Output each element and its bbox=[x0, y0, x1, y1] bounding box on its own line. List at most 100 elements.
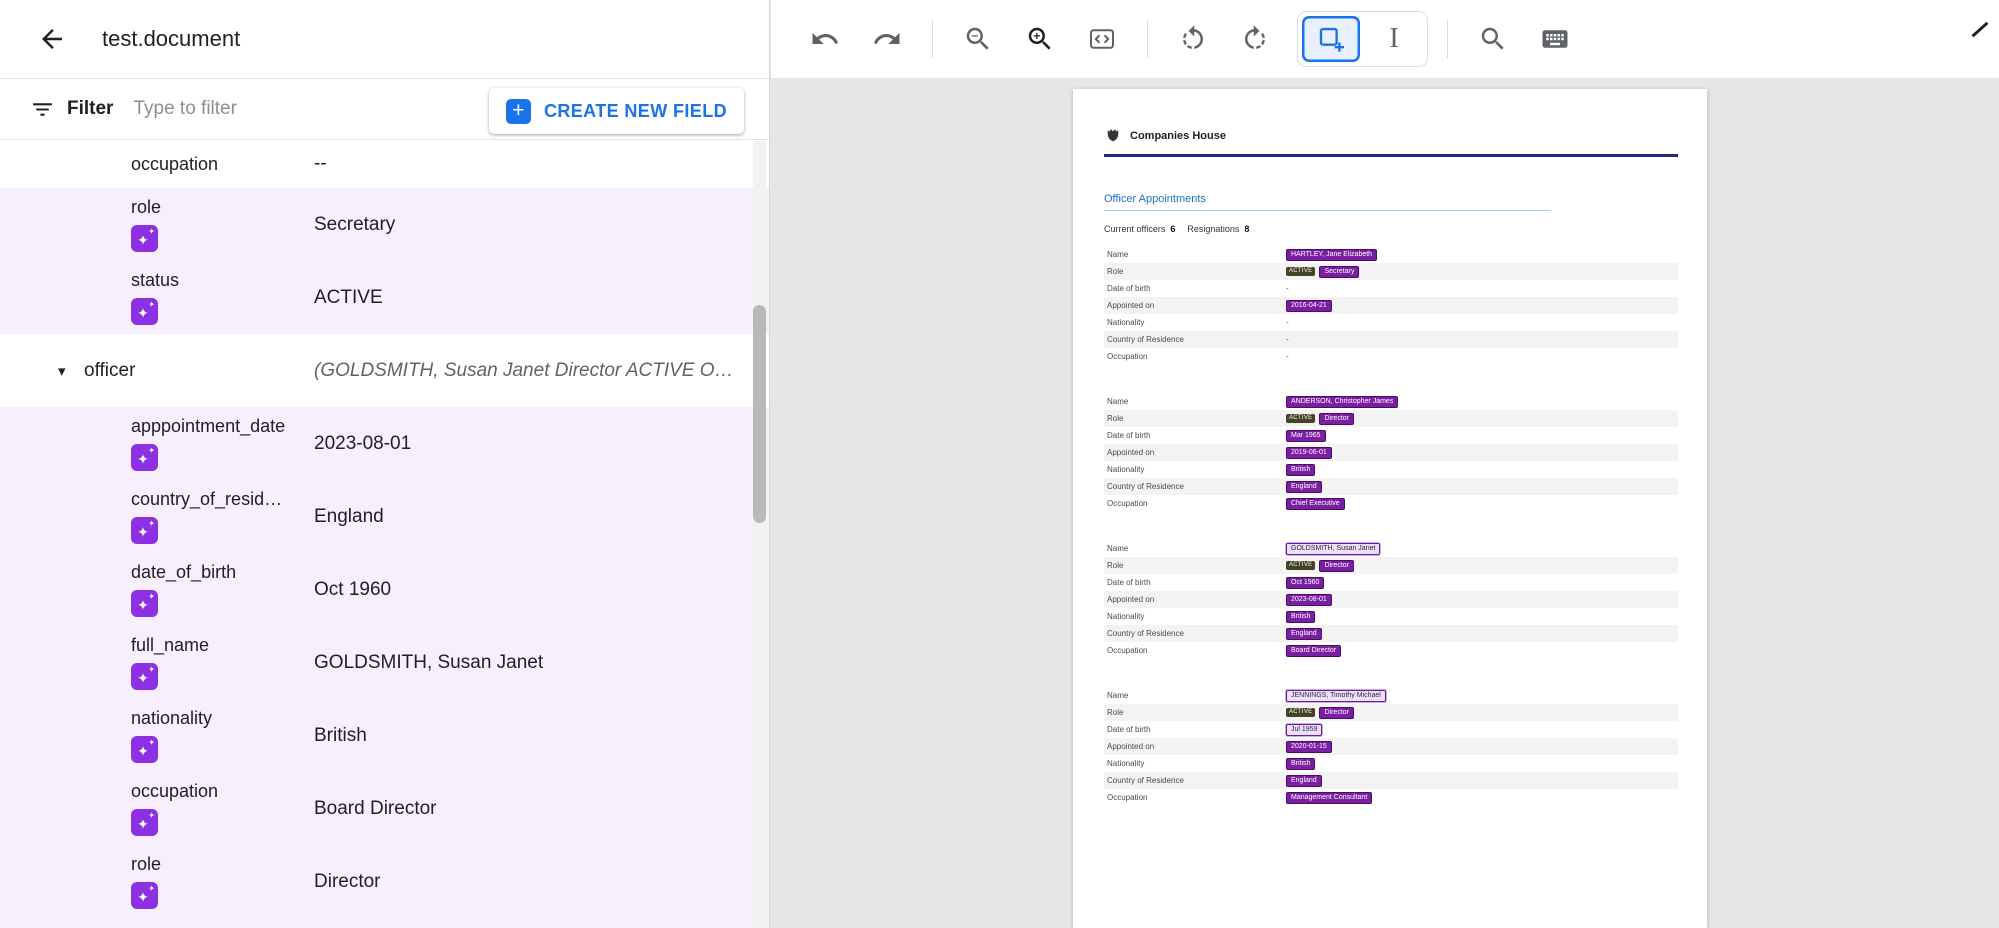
field-row-occupation[interactable]: occupation-- bbox=[0, 140, 769, 188]
annotation-chip[interactable]: Board Director bbox=[1286, 645, 1341, 657]
code-icon bbox=[1087, 24, 1117, 54]
doc-row-values: Management Consultant bbox=[1286, 792, 1372, 804]
field-list: occupation-- role✦Secretary status ✦ ACTIVE… bbox=[0, 140, 769, 928]
add-annotation-box-button[interactable] bbox=[1302, 16, 1360, 62]
scrollbar-thumb[interactable] bbox=[753, 305, 766, 523]
annotation-chip[interactable]: Director bbox=[1319, 413, 1354, 425]
doc-row: NationalityBritish bbox=[1104, 608, 1678, 625]
doc-row: RoleACTIVEDirector bbox=[1104, 704, 1678, 721]
field-value: 2023-08-01 bbox=[314, 433, 735, 455]
annotation-chip[interactable]: 2016-04-21 bbox=[1286, 300, 1332, 312]
annotation-chip[interactable]: HARTLEY, Jane Elizabeth bbox=[1286, 249, 1377, 261]
doc-row-values: Board Director bbox=[1286, 645, 1341, 657]
annotation-chip[interactable]: JENNINGS, Timothy Michael bbox=[1286, 690, 1386, 702]
zoom-in-icon bbox=[1025, 24, 1055, 54]
annotation-chip[interactable]: England bbox=[1286, 628, 1322, 640]
doc-row-label: Country of Residence bbox=[1104, 335, 1286, 344]
extracted-field-icon: ✦ bbox=[131, 298, 158, 325]
annotation-chip[interactable]: British bbox=[1286, 611, 1315, 623]
field-row-apppointment_date[interactable]: apppointment_date✦2023-08-01 bbox=[0, 407, 769, 480]
redo-button[interactable] bbox=[861, 13, 913, 65]
annotation-chip[interactable]: Director bbox=[1319, 707, 1354, 719]
field-row-role[interactable]: role✦Director bbox=[0, 845, 769, 918]
field-value: ACTIVE bbox=[314, 287, 735, 309]
rotate-left-button[interactable] bbox=[1167, 13, 1219, 65]
collapse-caret-icon[interactable] bbox=[58, 362, 84, 380]
doc-row-label: Nationality bbox=[1104, 318, 1286, 327]
annotation-chip[interactable]: 2023-08-01 bbox=[1286, 594, 1332, 606]
document-title: test.document bbox=[102, 26, 240, 52]
field-name: status bbox=[131, 270, 179, 291]
doc-row-label: Date of birth bbox=[1104, 578, 1286, 587]
field-name: role bbox=[131, 854, 161, 875]
doc-row-label: Name bbox=[1104, 250, 1286, 259]
doc-row-label: Appointed on bbox=[1104, 742, 1286, 751]
field-row-status[interactable]: status ✦ ACTIVE bbox=[0, 261, 769, 334]
annotation-chip[interactable]: British bbox=[1286, 464, 1315, 476]
annotation-chip[interactable]: Management Consultant bbox=[1286, 792, 1372, 804]
doc-row-values: 2020-01-15 bbox=[1286, 741, 1332, 753]
annotation-chip[interactable]: Oct 1960 bbox=[1286, 577, 1324, 589]
doc-row: Occupation- bbox=[1104, 348, 1678, 365]
doc-row-label: Nationality bbox=[1104, 612, 1286, 621]
annotation-chip[interactable]: British bbox=[1286, 758, 1315, 770]
field-row-officer[interactable]: officer (GOLDSMITH, Susan Janet Director… bbox=[0, 334, 769, 407]
toolbar-separator bbox=[1447, 20, 1448, 58]
field-row-occupation[interactable]: occupation✦Board Director bbox=[0, 772, 769, 845]
field-row-full_name[interactable]: full_name✦GOLDSMITH, Susan Janet bbox=[0, 626, 769, 699]
annotation-chip[interactable]: 2019-06-01 bbox=[1286, 447, 1332, 459]
doc-row-label: Name bbox=[1104, 544, 1286, 553]
doc-row: Date of birthJul 1959 bbox=[1104, 721, 1678, 738]
search-button[interactable] bbox=[1467, 13, 1519, 65]
code-view-button[interactable] bbox=[1076, 13, 1128, 65]
field-list-highlighted: role✦Secretary status ✦ ACTIVE bbox=[0, 188, 769, 334]
plus-icon bbox=[506, 99, 531, 124]
back-button[interactable] bbox=[30, 17, 74, 61]
create-new-field-button[interactable]: CREATE NEW FIELD bbox=[489, 88, 744, 134]
doc-row-label: Appointed on bbox=[1104, 448, 1286, 457]
doc-row-label: Date of birth bbox=[1104, 725, 1286, 734]
doc-row: RoleACTIVEDirector bbox=[1104, 557, 1678, 574]
doc-row-values: ANDERSON, Christopher James bbox=[1286, 396, 1398, 408]
active-badge: ACTIVE bbox=[1286, 561, 1315, 570]
annotation-chip[interactable]: England bbox=[1286, 481, 1322, 493]
current-officers-count: 6 bbox=[1170, 224, 1175, 234]
field-label-group: occupation bbox=[131, 154, 218, 175]
field-name: role bbox=[131, 197, 161, 218]
doc-row: NameJENNINGS, Timothy Michael bbox=[1104, 687, 1678, 704]
undo-button[interactable] bbox=[799, 13, 851, 65]
keyboard-button[interactable] bbox=[1529, 13, 1581, 65]
field-row-nationality[interactable]: nationality✦British bbox=[0, 699, 769, 772]
doc-value: - bbox=[1286, 352, 1289, 361]
doc-row-label: Date of birth bbox=[1104, 284, 1286, 293]
annotation-chip[interactable]: ANDERSON, Christopher James bbox=[1286, 396, 1398, 408]
doc-row: Date of birthMar 1965 bbox=[1104, 427, 1678, 444]
annotation-chip[interactable]: Jul 1959 bbox=[1286, 724, 1322, 736]
section-title[interactable]: Officer Appointments bbox=[1104, 193, 1551, 211]
field-row-date_of_birth[interactable]: date_of_birth✦Oct 1960 bbox=[0, 553, 769, 626]
filter-input[interactable] bbox=[131, 97, 431, 121]
officer-record: NameJENNINGS, Timothy MichaelRoleACTIVED… bbox=[1104, 687, 1678, 806]
doc-row-values: HARTLEY, Jane Elizabeth bbox=[1286, 249, 1377, 261]
annotation-chip[interactable]: Chief Executive bbox=[1286, 498, 1345, 510]
annotation-chip[interactable]: England bbox=[1286, 775, 1322, 787]
zoom-out-button[interactable] bbox=[952, 13, 1004, 65]
redo-icon bbox=[872, 24, 902, 54]
annotation-chip[interactable]: 2020-01-15 bbox=[1286, 741, 1332, 753]
doc-row: Country of ResidenceEngland bbox=[1104, 478, 1678, 495]
annotation-chip[interactable]: Mar 1965 bbox=[1286, 430, 1326, 442]
zoom-in-button[interactable] bbox=[1014, 13, 1066, 65]
annotation-chip[interactable]: Director bbox=[1319, 560, 1354, 572]
rotate-right-button[interactable] bbox=[1229, 13, 1281, 65]
annotation-chip[interactable]: GOLDSMITH, Susan Janet bbox=[1286, 543, 1380, 555]
filter-bar: Filter CREATE NEW FIELD bbox=[0, 79, 769, 140]
doc-row-label: Occupation bbox=[1104, 793, 1286, 802]
text-select-button[interactable]: I bbox=[1365, 16, 1423, 62]
doc-row-values: ACTIVESecretary bbox=[1286, 266, 1359, 278]
annotation-chip[interactable]: Secretary bbox=[1319, 266, 1359, 278]
panel-scrollbar[interactable] bbox=[753, 141, 766, 928]
field-row-role[interactable]: role✦Secretary bbox=[0, 188, 769, 261]
doc-row: Country of ResidenceEngland bbox=[1104, 772, 1678, 789]
field-row-country_of_resid…[interactable]: country_of_resid…✦England bbox=[0, 480, 769, 553]
filter-icon bbox=[30, 97, 55, 122]
